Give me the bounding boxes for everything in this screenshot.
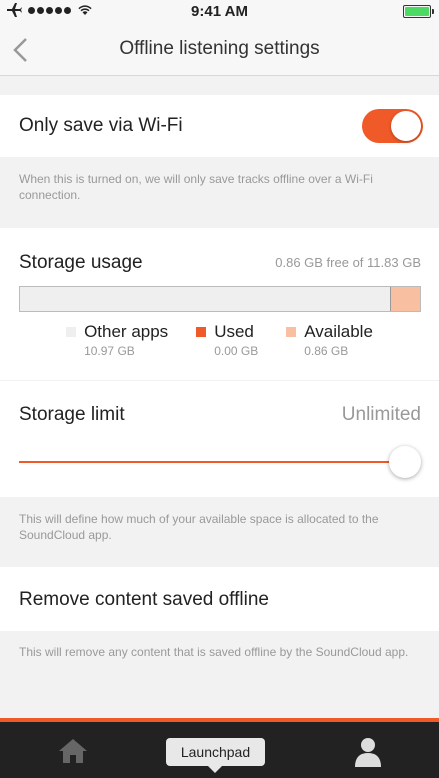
home-icon (59, 739, 87, 763)
storage-limit-value: Unlimited (341, 404, 421, 425)
legend-swatch (66, 327, 77, 337)
legend-swatch (286, 327, 297, 337)
status-time: 9:41 AM (191, 3, 248, 20)
storage-usage-section: Storage usage 0.86 GB free of 11.83 GB O… (0, 228, 439, 380)
user-icon (355, 738, 381, 767)
tab-home[interactable] (58, 738, 88, 769)
launchpad-tooltip[interactable]: Launchpad (166, 738, 265, 773)
legend-value: 10.97 GB (84, 344, 135, 358)
wifi-caption: When this is turned on, we will only sav… (19, 172, 373, 202)
legend-item-used: Used 0.00 GB (196, 322, 258, 358)
storage-bar-available-segment (390, 287, 420, 311)
toggle-knob (391, 111, 421, 141)
storage-limit-slider-handle[interactable] (389, 446, 421, 478)
legend-name: Available (304, 322, 373, 341)
remove-caption: This will remove any content that is sav… (19, 645, 409, 659)
legend-name: Other apps (84, 322, 169, 341)
storage-summary: 0.86 GB free of 11.83 GB (275, 255, 421, 270)
navigation-bar: Offline listening settings (0, 24, 439, 76)
page-title: Offline listening settings (119, 38, 320, 59)
storage-limit-section: Storage limit Unlimited (0, 381, 439, 497)
wifi-only-toggle[interactable] (362, 109, 423, 143)
storage-limit-caption: This will define how much of your availa… (19, 512, 379, 542)
legend-item-other-apps: Other apps 10.97 GB (66, 322, 168, 358)
legend-value: 0.86 GB (304, 344, 349, 358)
wifi-setting-row: Only save via Wi-Fi (0, 95, 439, 157)
wifi-setting-label: Only save via Wi-Fi (19, 115, 183, 136)
storage-limit-slider-track[interactable] (19, 461, 415, 463)
remove-offline-content-button[interactable]: Remove content saved offline (0, 567, 439, 631)
legend-name: Used (214, 322, 254, 341)
storage-usage-label: Storage usage (19, 252, 143, 273)
legend-value: 0.00 GB (214, 344, 259, 358)
battery-icon (403, 5, 434, 18)
status-bar: 9:41 AM (0, 0, 439, 24)
remove-offline-content-label: Remove content saved offline (19, 589, 269, 610)
tab-profile[interactable] (354, 737, 382, 772)
legend-swatch (196, 327, 207, 337)
storage-legend: Other apps 10.97 GB Used 0.00 GB Availab… (0, 322, 439, 358)
storage-limit-label: Storage limit (19, 404, 125, 425)
storage-bar-other-segment (20, 287, 391, 311)
storage-usage-bar (19, 286, 421, 312)
legend-item-available: Available 0.86 GB (286, 322, 373, 358)
